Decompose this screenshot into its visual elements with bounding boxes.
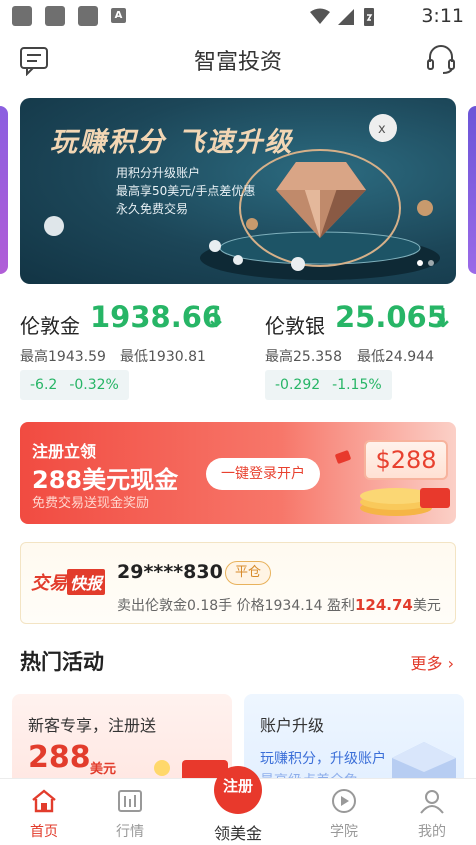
tab-label: 领美金 (213, 824, 262, 843)
trade-news-logo-a: 交易 (31, 573, 67, 594)
more-link[interactable]: 更多 › (410, 650, 454, 674)
quote-low: 最低1930.81 (120, 349, 206, 365)
coupon-badge: $288 (364, 440, 448, 480)
banner-line-2: 最高享50美元/手点差优惠 (116, 184, 256, 198)
activity-card-amount: 288 (28, 740, 91, 775)
promo-amount: 288美元现金 (32, 466, 179, 494)
quote-high: 最高1943.59 (20, 349, 106, 365)
trade-user: 29****830 (117, 561, 223, 583)
tab-label: 学院 (330, 824, 358, 840)
activity-card-title: 账户升级 (260, 716, 325, 735)
quote-change: -0.292 -1.15% (265, 370, 392, 400)
down-arrow-icon: ↓ (205, 304, 227, 334)
play-icon (332, 789, 356, 813)
promo-subtext: 免费交易送现金奖励 (32, 496, 150, 511)
banner-prev-peek[interactable] (0, 106, 8, 274)
quote-change-pct: -1.15% (332, 377, 382, 393)
chart-icon (118, 790, 142, 812)
trade-news-logo-b: 快报 (67, 569, 105, 595)
trade-detail-text: 卖出伦敦金0.18手 价格1934.14 盈利 (117, 598, 355, 614)
quote-change-value: -6.2 (30, 377, 58, 393)
quote-change-value: -0.292 (275, 377, 321, 393)
activity-card-title: 新客专享，注册送 (28, 716, 157, 735)
open-account-button[interactable]: 一键登录开户 (206, 458, 320, 490)
quote-name: 伦敦金 (20, 314, 80, 338)
home-icon (32, 789, 56, 813)
register-icon[interactable]: 注册 (214, 766, 262, 814)
trade-detail: 卖出伦敦金0.18手 价格1934.14 盈利124.74美元 (117, 595, 441, 615)
quote-low: 最低24.944 (357, 349, 434, 365)
app-header: 智富投资 (0, 32, 476, 88)
tab-label: 我的 (418, 824, 446, 840)
tab-market[interactable]: 行情 (90, 779, 170, 845)
app-notification-icon: A (111, 8, 126, 23)
carousel-dot[interactable] (428, 260, 434, 266)
notification-icon (12, 6, 32, 26)
banner-next-peek[interactable] (468, 106, 476, 274)
notification-icon (78, 6, 98, 26)
quote-price: 1938.66 (90, 300, 223, 334)
quote-change: -6.2 -0.32% (20, 370, 129, 400)
register-promo-card[interactable]: $288 注册立领 288美元现金 免费交易送现金奖励 一键登录开户 (20, 422, 456, 524)
signal-icons (310, 8, 374, 26)
user-icon (420, 790, 444, 814)
tab-register[interactable]: 注册 领美金 (198, 758, 278, 844)
carousel-dot[interactable] (417, 260, 423, 266)
trade-profit: 124.74 (354, 596, 413, 614)
down-arrow-icon: ↓ (432, 304, 454, 334)
section-title: 热门活动 (20, 650, 104, 674)
promo-banner[interactable]: x 玩赚积分 飞速升级 用积分升级账户 最高享50美元/手点差优惠 永久免费交易 (20, 98, 456, 284)
status-time: 3:11 (421, 5, 464, 27)
status-badge: 平仓 (225, 561, 272, 585)
trade-news-logo: 交易 快报 (31, 569, 105, 599)
tab-academy[interactable]: 学院 (304, 779, 384, 845)
tab-label: 首页 (30, 824, 58, 840)
notification-icon (45, 6, 65, 26)
banner-title: 玩赚积分 飞速升级 (50, 127, 294, 158)
quote-price: 25.065 (335, 300, 447, 334)
activity-card-subtitle: 玩赚积分，升级账户 (260, 751, 386, 767)
tab-label: 行情 (116, 824, 144, 840)
activity-card-unit: 美元 (90, 762, 117, 777)
status-bar: A 3:11 (0, 0, 476, 32)
banner-line-1: 用积分升级账户 (116, 166, 201, 180)
trade-news-card[interactable]: 交易 快报 29****830 平仓 卖出伦敦金0.18手 价格1934.14 … (20, 542, 456, 624)
banner-line-3: 永久免费交易 (116, 202, 189, 216)
svg-text:x: x (378, 122, 386, 137)
quote-high: 最高25.358 (265, 349, 342, 365)
carousel-dots (412, 251, 434, 270)
tab-profile[interactable]: 我的 (392, 779, 472, 845)
more-label: 更多 (410, 654, 443, 673)
headset-icon[interactable] (424, 42, 458, 76)
trade-unit: 美元 (412, 598, 441, 614)
quote-name: 伦敦银 (265, 314, 325, 338)
chevron-right-icon: › (447, 654, 454, 673)
tab-home[interactable]: 首页 (4, 779, 84, 845)
page-title: 智富投资 (193, 50, 282, 75)
quote-change-pct: -0.32% (69, 377, 119, 393)
promo-heading: 注册立领 (32, 442, 97, 461)
register-badge: 注册 (222, 777, 253, 795)
